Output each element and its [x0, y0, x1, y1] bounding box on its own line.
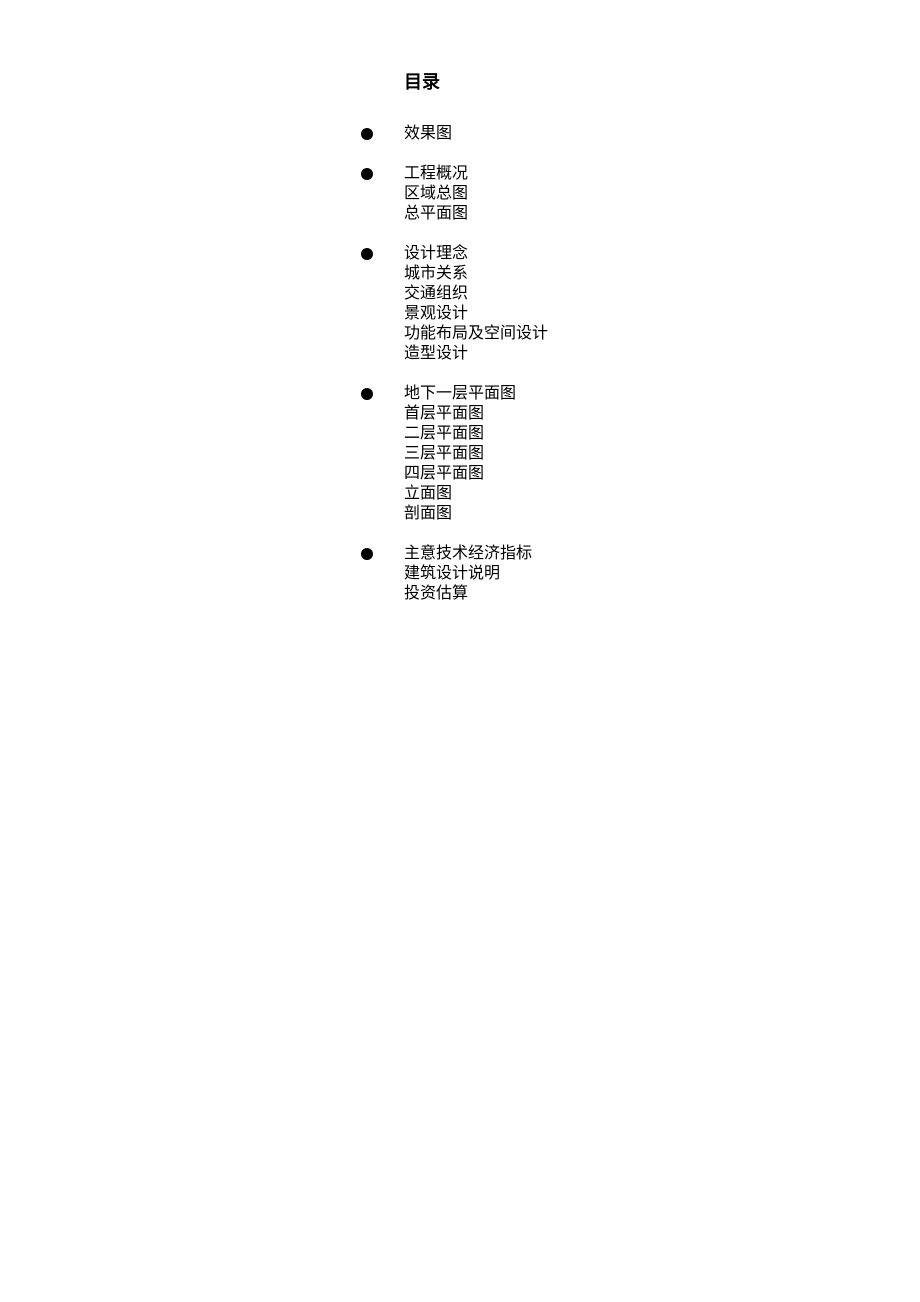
bullet-column — [360, 544, 404, 564]
toc-item: 投资估算 — [404, 584, 920, 604]
toc-item: 设计理念 — [404, 244, 920, 264]
text-column: 地下一层平面图 首层平面图 二层平面图 三层平面图 四层平面图 立面图 剖面图 — [404, 384, 920, 524]
toc-item: 总平面图 — [404, 204, 920, 224]
bullet-icon — [361, 128, 373, 140]
text-column: 设计理念 城市关系 交通组织 景观设计 功能布局及空间设计 造型设计 — [404, 244, 920, 364]
bullet-icon — [361, 388, 373, 400]
toc-row: 设计理念 城市关系 交通组织 景观设计 功能布局及空间设计 造型设计 — [360, 244, 920, 364]
toc-item: 二层平面图 — [404, 424, 920, 444]
toc-page: 目录 效果图 工程概况 区域总图 总平面图 — [0, 0, 920, 604]
toc-section: 地下一层平面图 首层平面图 二层平面图 三层平面图 四层平面图 立面图 剖面图 — [360, 384, 920, 524]
toc-row: 效果图 — [360, 124, 920, 144]
toc-item: 城市关系 — [404, 264, 920, 284]
toc-row: 地下一层平面图 首层平面图 二层平面图 三层平面图 四层平面图 立面图 剖面图 — [360, 384, 920, 524]
toc-section: 效果图 — [360, 124, 920, 144]
toc-item: 三层平面图 — [404, 444, 920, 464]
text-column: 效果图 — [404, 124, 920, 144]
bullet-icon — [361, 548, 373, 560]
bullet-icon — [361, 248, 373, 260]
toc-title: 目录 — [404, 68, 920, 94]
toc-section: 设计理念 城市关系 交通组织 景观设计 功能布局及空间设计 造型设计 — [360, 244, 920, 364]
toc-row: 工程概况 区域总图 总平面图 — [360, 164, 920, 224]
toc-item: 四层平面图 — [404, 464, 920, 484]
bullet-column — [360, 384, 404, 404]
toc-section: 主意技术经济指标 建筑设计说明 投资估算 — [360, 544, 920, 604]
toc-item: 主意技术经济指标 — [404, 544, 920, 564]
bullet-icon — [361, 168, 373, 180]
toc-item: 区域总图 — [404, 184, 920, 204]
toc-item: 效果图 — [404, 124, 920, 144]
bullet-column — [360, 164, 404, 184]
toc-item: 立面图 — [404, 484, 920, 504]
text-column: 工程概况 区域总图 总平面图 — [404, 164, 920, 224]
toc-item: 造型设计 — [404, 344, 920, 364]
toc-item: 交通组织 — [404, 284, 920, 304]
toc-item: 剖面图 — [404, 504, 920, 524]
toc-item: 首层平面图 — [404, 404, 920, 424]
text-column: 主意技术经济指标 建筑设计说明 投资估算 — [404, 544, 920, 604]
toc-row: 主意技术经济指标 建筑设计说明 投资估算 — [360, 544, 920, 604]
bullet-column — [360, 244, 404, 264]
toc-item: 功能布局及空间设计 — [404, 324, 920, 344]
toc-item: 工程概况 — [404, 164, 920, 184]
toc-item: 地下一层平面图 — [404, 384, 920, 404]
toc-item: 景观设计 — [404, 304, 920, 324]
toc-item: 建筑设计说明 — [404, 564, 920, 584]
bullet-column — [360, 124, 404, 144]
toc-section: 工程概况 区域总图 总平面图 — [360, 164, 920, 224]
